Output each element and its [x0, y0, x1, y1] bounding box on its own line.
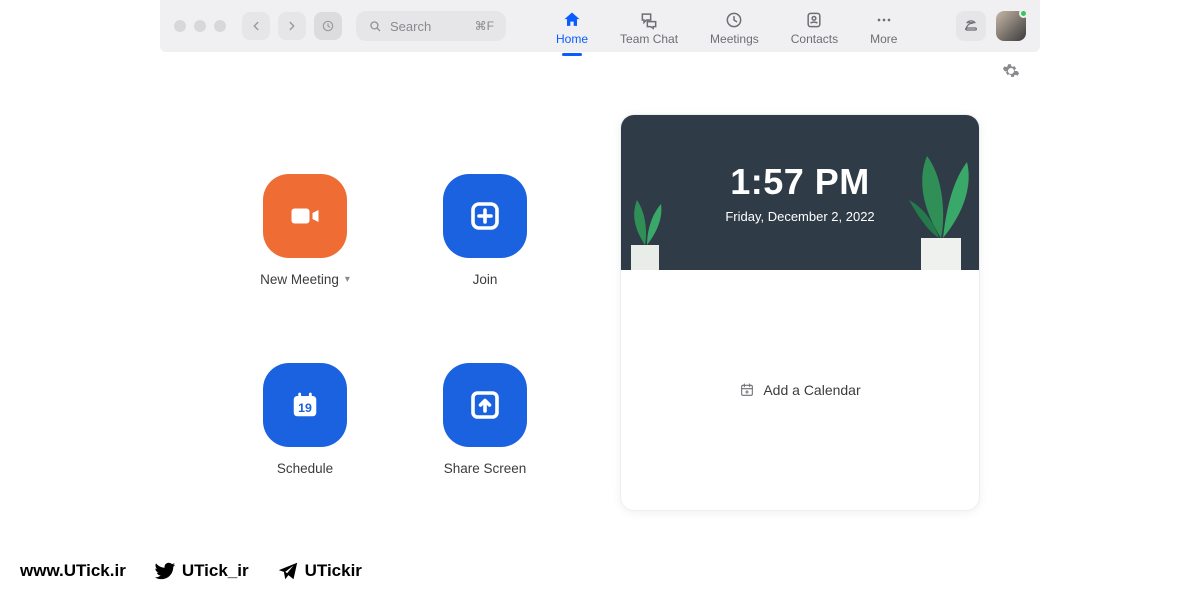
tab-more-label: More [870, 32, 897, 46]
history-button[interactable] [314, 12, 342, 40]
contacts-icon [804, 10, 824, 30]
traffic-min-icon[interactable] [194, 20, 206, 32]
toolbar-right [956, 11, 1026, 41]
search-icon [368, 19, 382, 33]
new-meeting-action: New Meeting ▾ [230, 174, 380, 323]
action-grid: New Meeting ▾ Join 19 Schedule [230, 174, 560, 511]
watermark-site: www.UTick.ir [20, 561, 126, 581]
telegram-icon [277, 560, 299, 582]
traffic-max-icon[interactable] [214, 20, 226, 32]
toolbar: Search ⌘F Home Team Chat Meetings Contac… [160, 0, 1040, 52]
search-placeholder: Search [390, 19, 431, 34]
clock-date: Friday, December 2, 2022 [725, 209, 874, 224]
add-calendar-label: Add a Calendar [763, 382, 860, 398]
plant-deco-left-icon [620, 190, 677, 270]
watermark-footer: www.UTick.ir UTick_ir UTickir [20, 560, 362, 582]
plus-icon [467, 198, 503, 234]
watermark-site-text: www.UTick.ir [20, 561, 126, 581]
join-action: Join [410, 174, 560, 323]
watermark-twitter-text: UTick_ir [182, 561, 249, 581]
new-meeting-button[interactable] [263, 174, 347, 258]
watermark-telegram-text: UTickir [305, 561, 362, 581]
video-icon [287, 198, 323, 234]
subheader [0, 52, 1200, 84]
home-icon [562, 10, 582, 30]
nav-forward-button[interactable] [278, 12, 306, 40]
watermark-telegram: UTickir [277, 560, 362, 582]
calendar-add-icon [739, 382, 755, 398]
gear-icon[interactable] [1002, 62, 1020, 80]
schedule-action: 19 Schedule [230, 363, 380, 512]
tab-meetings-label: Meetings [710, 32, 759, 46]
chevron-right-icon [285, 19, 299, 33]
plant-deco-right-icon [893, 150, 980, 270]
avatar[interactable] [996, 11, 1026, 41]
tab-home-label: Home [556, 32, 588, 46]
traffic-close-icon[interactable] [174, 20, 186, 32]
schedule-label: Schedule [277, 461, 333, 476]
cast-icon [963, 18, 979, 34]
search-input[interactable]: Search ⌘F [356, 11, 506, 41]
arrow-up-box-icon [467, 387, 503, 423]
calendar-icon: 19 [287, 387, 323, 423]
tab-more[interactable]: More [868, 6, 899, 46]
search-shortcut: ⌘F [475, 19, 494, 33]
nav-back-button[interactable] [242, 12, 270, 40]
share-screen-label: Share Screen [444, 461, 527, 476]
watermark-twitter: UTick_ir [154, 560, 249, 582]
chat-icon [639, 10, 659, 30]
chevron-left-icon [249, 19, 263, 33]
share-screen-action: Share Screen [410, 363, 560, 512]
share-screen-button[interactable] [443, 363, 527, 447]
clock-time: 1:57 PM [730, 161, 870, 203]
calendar-card: 1:57 PM Friday, December 2, 2022 Add a C… [620, 114, 980, 511]
calendar-hero: 1:57 PM Friday, December 2, 2022 [621, 115, 979, 270]
clock-icon [724, 10, 744, 30]
new-meeting-label-row[interactable]: New Meeting ▾ [260, 272, 350, 287]
schedule-button[interactable]: 19 [263, 363, 347, 447]
main-content: New Meeting ▾ Join 19 Schedule [0, 84, 1200, 511]
join-label: Join [473, 272, 498, 287]
more-icon [874, 10, 894, 30]
calendar-day-number: 19 [298, 400, 312, 414]
tab-team-chat-label: Team Chat [620, 32, 678, 46]
tab-team-chat[interactable]: Team Chat [618, 6, 680, 46]
tab-contacts[interactable]: Contacts [789, 6, 840, 46]
new-meeting-label: New Meeting [260, 272, 339, 287]
join-button[interactable] [443, 174, 527, 258]
window-controls[interactable] [174, 20, 226, 32]
tab-meetings[interactable]: Meetings [708, 6, 761, 46]
tab-home[interactable]: Home [554, 6, 590, 46]
twitter-icon [154, 560, 176, 582]
screen-share-toolbar-button[interactable] [956, 11, 986, 41]
add-calendar-button[interactable]: Add a Calendar [621, 270, 979, 510]
presence-dot-icon [1019, 9, 1028, 18]
tab-contacts-label: Contacts [791, 32, 838, 46]
clock-history-icon [321, 19, 335, 33]
chevron-down-icon: ▾ [345, 274, 350, 285]
nav-tabs: Home Team Chat Meetings Contacts More [554, 6, 899, 46]
